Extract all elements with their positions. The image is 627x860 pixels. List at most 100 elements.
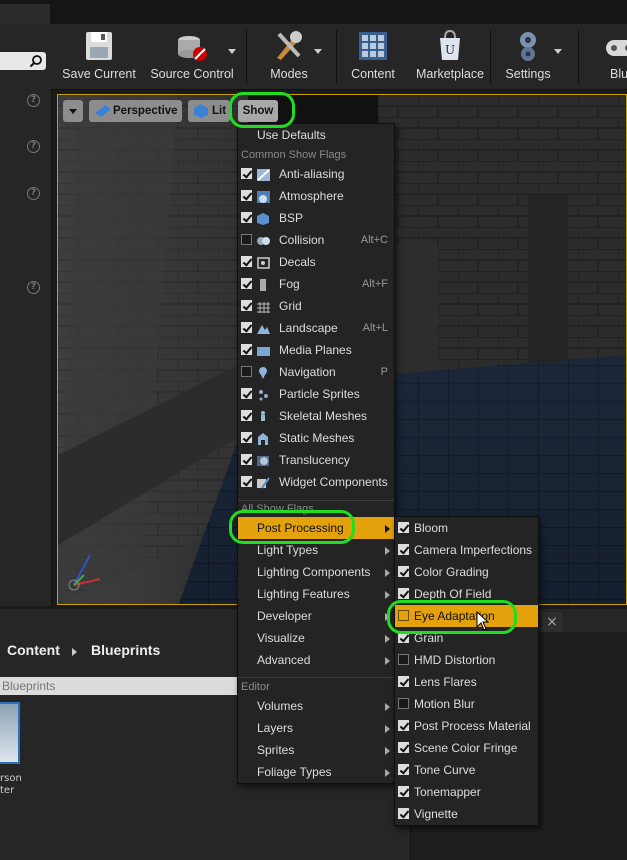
- post-processing-submenu: Bloom Camera Imperfections Color Grading De…: [394, 516, 539, 826]
- media-planes-icon: [256, 343, 271, 357]
- checkbox[interactable]: [398, 808, 409, 819]
- show-flag-item[interactable]: Widget Components: [238, 471, 394, 493]
- chevron-right-icon: [385, 547, 390, 555]
- checkbox[interactable]: [241, 410, 252, 421]
- post-process-flag-item[interactable]: Scene Color Fringe: [395, 737, 538, 759]
- checkbox[interactable]: [241, 190, 252, 201]
- checkbox[interactable]: [398, 544, 409, 555]
- show-flag-item[interactable]: Collision Alt+C: [238, 229, 394, 251]
- show-flag-item[interactable]: Grid: [238, 295, 394, 317]
- submenu-item[interactable]: Visualize: [238, 627, 394, 649]
- show-flag-label: Fog: [279, 277, 300, 291]
- post-process-flag-item[interactable]: Tone Curve: [395, 759, 538, 781]
- checkbox[interactable]: [241, 432, 252, 443]
- checkbox[interactable]: [398, 566, 409, 577]
- checkbox[interactable]: [241, 300, 252, 311]
- checkbox[interactable]: [241, 234, 252, 245]
- checkbox[interactable]: [398, 698, 409, 709]
- editor-submenu-item[interactable]: Volumes: [238, 695, 394, 717]
- checkbox[interactable]: [241, 344, 252, 355]
- editor-submenu-item[interactable]: Layers: [238, 717, 394, 739]
- checkbox[interactable]: [398, 742, 409, 753]
- submenu-item[interactable]: Advanced: [238, 649, 394, 671]
- checkbox[interactable]: [398, 764, 409, 775]
- save-current-button[interactable]: Save Current: [58, 24, 140, 88]
- post-process-flag-item[interactable]: Bloom: [395, 517, 538, 539]
- checkbox[interactable]: [241, 212, 252, 223]
- chevron-right-icon: [385, 747, 390, 755]
- svg-text:U: U: [445, 43, 455, 57]
- post-process-flag-item[interactable]: Color Grading: [395, 561, 538, 583]
- eye-adaptation-highlight-ring: [387, 600, 517, 634]
- post-process-flag-item[interactable]: Tonemapper: [395, 781, 538, 803]
- content-button[interactable]: Content: [340, 24, 406, 88]
- show-flag-item[interactable]: Translucency: [238, 449, 394, 471]
- show-flag-item[interactable]: Fog Alt+F: [238, 273, 394, 295]
- show-flag-item[interactable]: BSP: [238, 207, 394, 229]
- view-mode-button[interactable]: Lit: [188, 100, 230, 122]
- post-process-flag-item[interactable]: Motion Blur: [395, 693, 538, 715]
- show-flag-item[interactable]: Decals: [238, 251, 394, 273]
- checkbox[interactable]: [241, 278, 252, 289]
- marketplace-button[interactable]: U Marketplace: [406, 24, 494, 88]
- blueprints-button[interactable]: Blueprints: [582, 24, 627, 88]
- close-icon[interactable]: ×: [542, 612, 562, 632]
- show-flag-item[interactable]: Particle Sprites: [238, 383, 394, 405]
- chevron-down-icon[interactable]: [314, 49, 322, 54]
- help-icon[interactable]: ?: [27, 187, 40, 200]
- mouse-cursor-icon: [476, 611, 490, 631]
- breadcrumb-blueprints[interactable]: Blueprints: [91, 642, 160, 658]
- chevron-right-icon: [385, 591, 390, 599]
- checkbox[interactable]: [241, 168, 252, 179]
- editor-submenu-item[interactable]: Sprites: [238, 739, 394, 761]
- checkbox[interactable]: [398, 654, 409, 665]
- checkbox[interactable]: [398, 588, 409, 599]
- checkbox[interactable]: [241, 256, 252, 267]
- decals-icon: [256, 255, 271, 269]
- show-flag-item[interactable]: Navigation P: [238, 361, 394, 383]
- submenu-item[interactable]: Lighting Features: [238, 583, 394, 605]
- modes-button[interactable]: Modes: [254, 24, 324, 88]
- show-flag-item[interactable]: Skeletal Meshes: [238, 405, 394, 427]
- show-flag-item[interactable]: Anti-aliasing: [238, 163, 394, 185]
- source-control-button[interactable]: Source Control: [142, 24, 242, 88]
- chevron-right-icon: [385, 725, 390, 733]
- editor-submenu-item[interactable]: Foliage Types: [238, 761, 394, 783]
- checkbox[interactable]: [398, 786, 409, 797]
- show-flag-item[interactable]: Atmosphere: [238, 185, 394, 207]
- editor-tab[interactable]: [0, 4, 50, 24]
- checkbox[interactable]: [241, 388, 252, 399]
- checkbox[interactable]: [241, 476, 252, 487]
- widget-components-icon: [256, 475, 271, 489]
- show-flag-item[interactable]: Static Meshes: [238, 427, 394, 449]
- post-process-flag-item[interactable]: Lens Flares: [395, 671, 538, 693]
- settings-button[interactable]: Settings: [496, 24, 562, 88]
- path-filter-field[interactable]: Blueprints: [0, 677, 238, 695]
- submenu-item[interactable]: Developer: [238, 605, 394, 627]
- show-menu: Use Defaults Common Show Flags All Show …: [237, 123, 395, 784]
- chevron-down-icon[interactable]: [554, 49, 562, 54]
- post-process-flag-label: Bloom: [414, 521, 449, 535]
- post-process-flag-item[interactable]: HMD Distortion: [395, 649, 538, 671]
- submenu-item[interactable]: Lighting Components: [238, 561, 394, 583]
- checkbox[interactable]: [398, 676, 409, 687]
- checkbox[interactable]: [241, 454, 252, 465]
- checkbox[interactable]: [241, 366, 252, 377]
- post-process-flag-item[interactable]: Vignette: [395, 803, 538, 825]
- show-flag-item[interactable]: Landscape Alt+L: [238, 317, 394, 339]
- help-icon[interactable]: ?: [27, 94, 40, 107]
- viewport-options-button[interactable]: [63, 100, 83, 122]
- checkbox[interactable]: [241, 322, 252, 333]
- post-process-flag-item[interactable]: Camera Imperfections: [395, 539, 538, 561]
- checkbox[interactable]: [398, 522, 409, 533]
- chevron-down-icon[interactable]: [228, 49, 236, 54]
- show-flag-item[interactable]: Media Planes: [238, 339, 394, 361]
- perspective-button[interactable]: Perspective: [89, 100, 182, 122]
- asset-thumbnail[interactable]: [0, 702, 20, 764]
- post-process-flag-item[interactable]: Post Process Material: [395, 715, 538, 737]
- help-icon[interactable]: ?: [27, 281, 40, 294]
- checkbox[interactable]: [398, 720, 409, 731]
- search-input[interactable]: [0, 52, 46, 70]
- help-icon[interactable]: ?: [27, 140, 40, 153]
- breadcrumb-content[interactable]: Content: [7, 642, 60, 658]
